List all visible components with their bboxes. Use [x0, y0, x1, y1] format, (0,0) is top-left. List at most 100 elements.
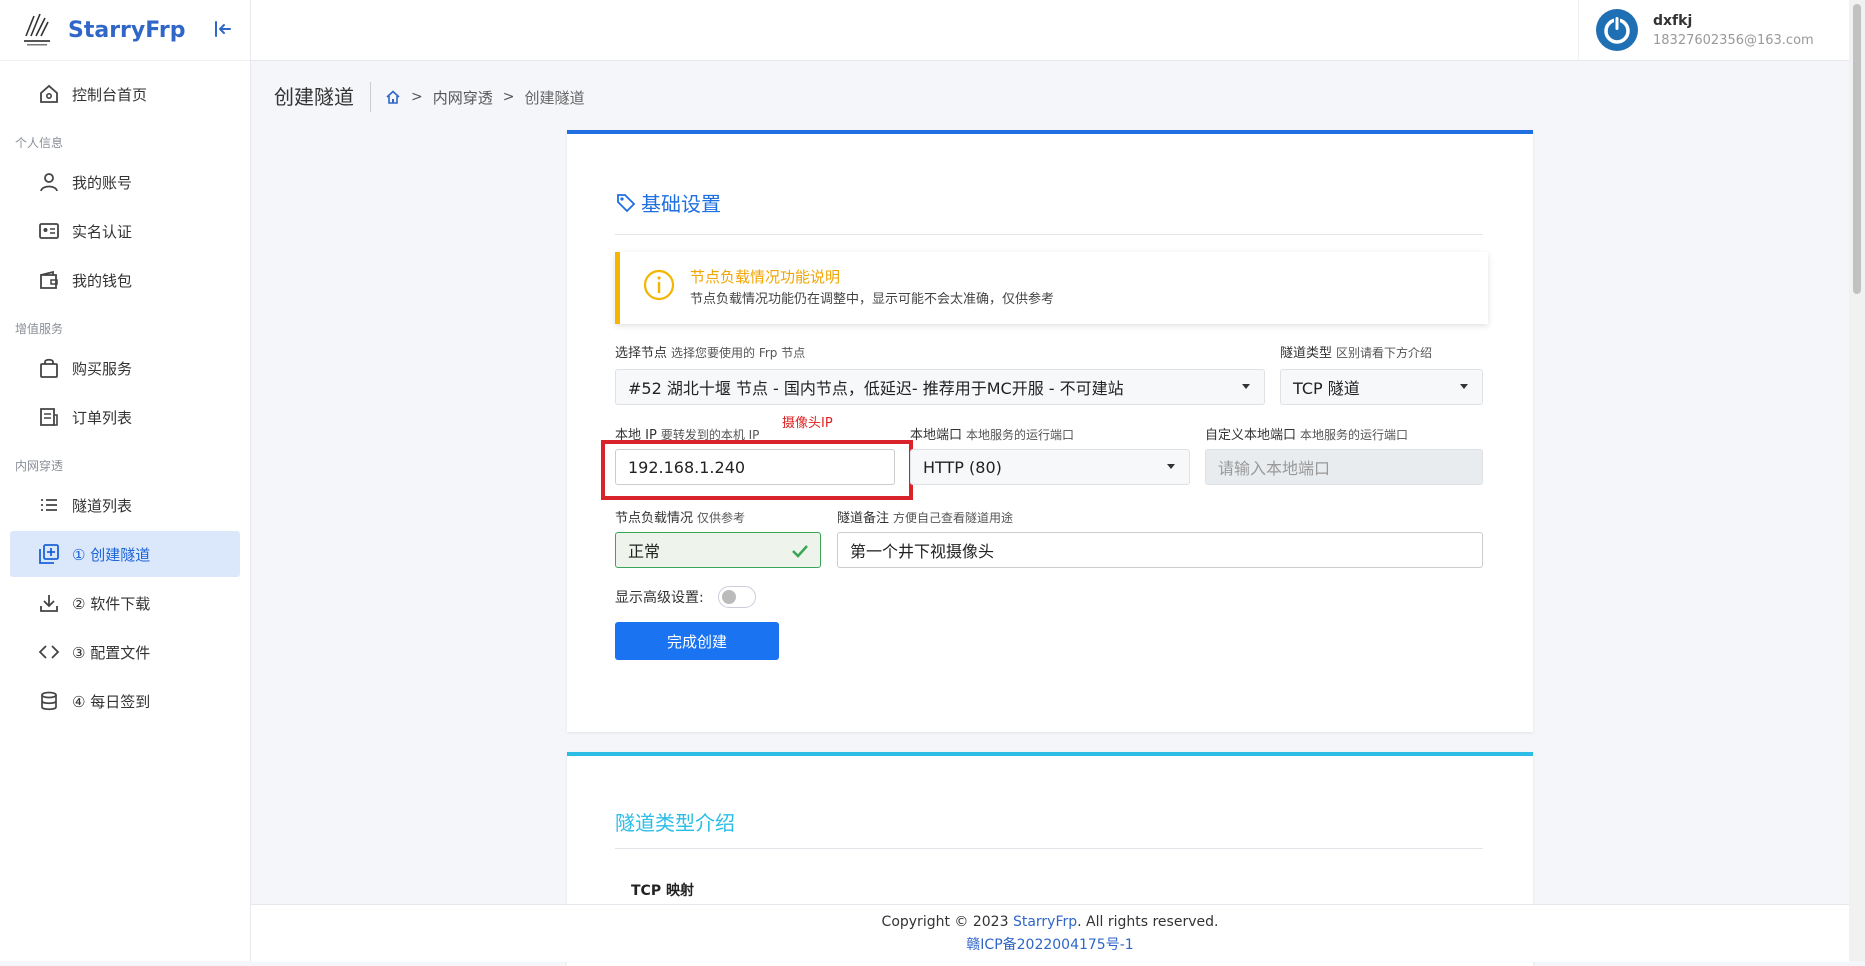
local-port-select[interactable]: HTTP (80): [910, 449, 1190, 485]
tunnel-type-label: 隧道类型 区别请看下方介绍: [1280, 342, 1432, 361]
home-icon: [40, 84, 58, 103]
divider: [615, 848, 1483, 849]
remark-input[interactable]: 第一个井下视摄像头: [837, 532, 1483, 568]
chevron-right-icon: >: [502, 89, 515, 105]
label-hint: 方便自己查看隧道用途: [893, 511, 1014, 525]
sidebar-item-tunnels[interactable]: 隧道列表: [10, 482, 240, 528]
intro-title: 隧道类型介绍: [615, 811, 735, 835]
section-personal: 个人信息: [15, 136, 64, 150]
label-text: 自定义本地端口: [1205, 428, 1297, 443]
card-title-text: 基础设置: [641, 192, 721, 216]
id-card-icon: [39, 223, 59, 239]
submit-button[interactable]: 完成创建: [615, 622, 779, 660]
sidebar-item-label: ① 创建隧道: [72, 545, 151, 564]
label-hint: 本地服务的运行端口: [966, 428, 1075, 442]
sidebar-item-home[interactable]: 控制台首页: [10, 71, 240, 117]
sidebar-item-label: 隧道列表: [72, 496, 133, 515]
sidebar-item-account[interactable]: 我的账号: [10, 159, 240, 205]
select-value: TCP 隧道: [1293, 379, 1360, 398]
local-port-label: 本地端口 本地服务的运行端口: [910, 424, 1074, 443]
label-text: 隧道类型: [1280, 346, 1333, 361]
info-icon: [643, 269, 675, 301]
tunnel-type-select[interactable]: TCP 隧道: [1280, 369, 1483, 405]
copyright: Copyright © 2023 StarryFrp. All rights r…: [251, 914, 1849, 930]
tag-icon: [617, 193, 636, 212]
section-value-added: 增值服务: [15, 322, 64, 336]
user-info: dxfkj 18327602356@163.com: [1653, 13, 1814, 48]
sidebar-item-label: ③ 配置文件: [72, 643, 151, 662]
user-menu[interactable]: dxfkj 18327602356@163.com: [1578, 0, 1849, 60]
label-text: 本地端口: [910, 428, 963, 443]
remark-label: 隧道备注 方便自己查看隧道用途: [837, 507, 1013, 526]
input-placeholder: 请输入本地端口: [1218, 459, 1331, 478]
label-text: 隧道备注: [837, 511, 890, 526]
list-icon: [41, 499, 57, 511]
advanced-settings-toggle[interactable]: [718, 586, 756, 608]
caret-down-icon: [1242, 384, 1250, 389]
icp-link[interactable]: 赣ICP备2022004175号-1: [251, 934, 1849, 954]
custom-port-input[interactable]: 请输入本地端口: [1205, 449, 1483, 485]
divider: [615, 234, 1483, 235]
input-value: 192.168.1.240: [628, 457, 746, 477]
sidebar-item-orders[interactable]: 订单列表: [10, 394, 240, 440]
vertical-scrollbar[interactable]: [1849, 0, 1865, 961]
user-icon: [40, 173, 58, 192]
footer: Copyright © 2023 StarryFrp. All rights r…: [251, 904, 1849, 962]
label-hint: 本地服务的运行端口: [1300, 428, 1409, 442]
chevron-right-icon: >: [411, 89, 423, 105]
advanced-settings-label: 显示高级设置:: [615, 590, 704, 606]
node-load-label: 节点负载情况 仅供参考: [615, 507, 745, 526]
scrollbar-thumb[interactable]: [1853, 4, 1861, 294]
label-hint: 仅供参考: [697, 511, 746, 525]
add-box-icon: [39, 544, 59, 564]
copyright-brand-link[interactable]: StarryFrp: [1013, 914, 1077, 930]
sidebar-nav: 控制台首页 个人信息 我的账号 实名认证 我的钱包 增值服务 购买服务 订单列表…: [0, 61, 250, 724]
load-value: 正常: [628, 542, 661, 561]
shopping-bag-icon: [40, 358, 58, 378]
custom-port-label: 自定义本地端口 本地服务的运行端口: [1205, 424, 1408, 443]
basic-settings-card: 基础设置 节点负载情况功能说明 节点负载情况功能仍在调整中，显示可能不会太准确，…: [567, 130, 1533, 732]
caret-down-icon: [1460, 384, 1468, 389]
sidebar-item-realname[interactable]: 实名认证: [10, 208, 240, 254]
tcp-heading: TCP 映射: [631, 883, 694, 899]
node-select[interactable]: #52 湖北十堰 节点 - 国内节点，低延迟- 推荐用于MC开服 - 不可建站: [615, 369, 1265, 405]
sidebar-item-create[interactable]: ① 创建隧道: [10, 531, 240, 577]
breadcrumb-item[interactable]: 内网穿透: [433, 87, 493, 108]
collapse-sidebar-icon[interactable]: [212, 18, 234, 40]
home-icon[interactable]: [385, 89, 401, 105]
page-header: 创建隧道 > 内网穿透 > 创建隧道: [274, 82, 585, 112]
sidebar-item-buy[interactable]: 购买服务: [10, 345, 240, 391]
top-bar: dxfkj 18327602356@163.com: [251, 0, 1849, 61]
sidebar-item-signin[interactable]: ④ 每日签到: [10, 678, 240, 724]
sidebar-item-label: 我的账号: [72, 173, 133, 192]
copyright-prefix: Copyright © 2023: [881, 914, 1009, 930]
sidebar-item-label: ② 软件下载: [72, 594, 151, 613]
sidebar-item-label: ④ 每日签到: [72, 692, 151, 711]
wallet-icon: [40, 270, 58, 289]
camera-ip-annotation: 摄像头IP: [782, 416, 833, 431]
sidebar-item-label: 控制台首页: [72, 85, 148, 104]
sidebar-item-label: 实名认证: [72, 222, 133, 241]
sidebar: StarryFrp 控制台首页 个人信息 我的账号 实名认证 我的钱包 增值服务…: [0, 0, 251, 961]
sidebar-item-label: 购买服务: [72, 359, 133, 378]
local-ip-input[interactable]: 192.168.1.240: [615, 449, 895, 485]
input-value: 第一个井下视摄像头: [850, 542, 995, 561]
copyright-suffix: . All rights reserved.: [1077, 914, 1219, 930]
node-label: 选择节点 选择您要使用的 Frp 节点: [615, 342, 805, 361]
user-email: 18327602356@163.com: [1653, 32, 1814, 48]
label-text: 选择节点: [615, 346, 668, 361]
sidebar-item-label: 我的钱包: [72, 271, 133, 290]
receipt-icon: [40, 408, 58, 426]
sidebar-item-config[interactable]: ③ 配置文件: [10, 629, 240, 675]
label-text: 节点负载情况: [615, 511, 694, 526]
page-title: 创建隧道: [274, 82, 371, 112]
sidebar-item-download[interactable]: ② 软件下载: [10, 580, 240, 626]
section-intranet: 内网穿透: [15, 459, 64, 473]
sidebar-item-wallet[interactable]: 我的钱包: [10, 257, 240, 303]
caret-down-icon: [1167, 464, 1175, 469]
select-value: #52 湖北十堰 节点 - 国内节点，低延迟- 推荐用于MC开服 - 不可建站: [628, 379, 1124, 398]
database-icon: [41, 691, 57, 711]
breadcrumb-current: 创建隧道: [524, 88, 585, 107]
code-icon: [38, 645, 60, 659]
alert-description: 节点负载情况功能仍在调整中，显示可能不会太准确，仅供参考: [690, 292, 1055, 307]
